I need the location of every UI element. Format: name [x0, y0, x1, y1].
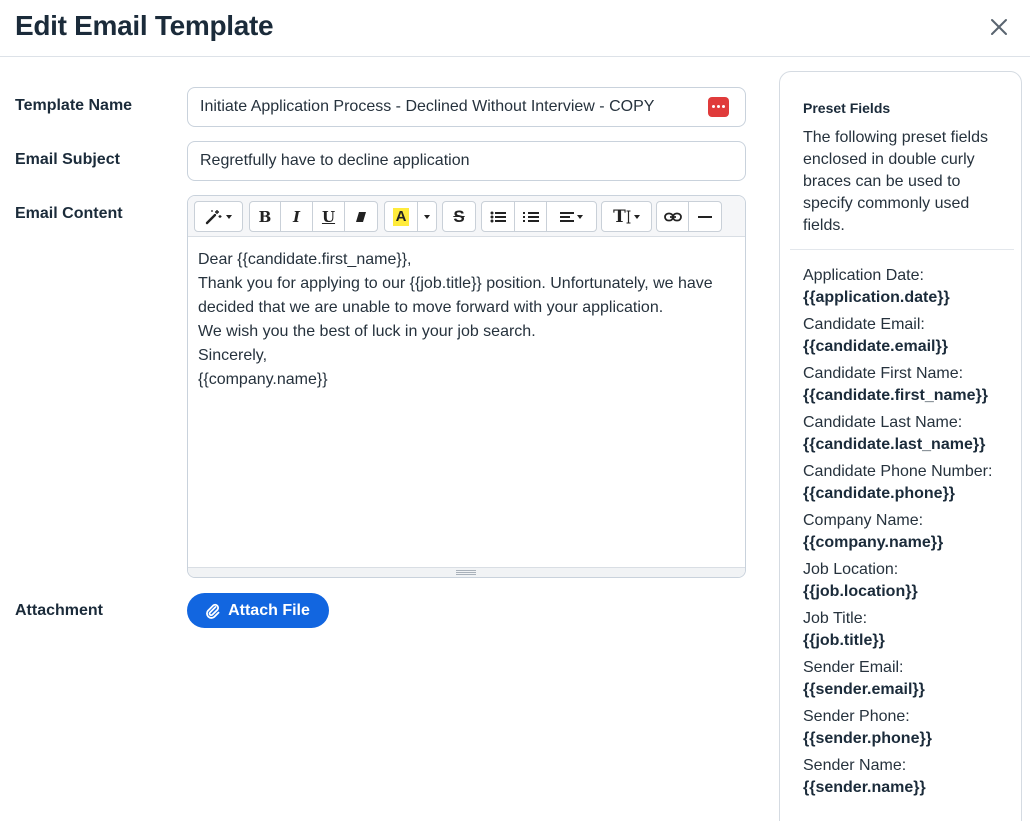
- magic-style-button[interactable]: [195, 202, 242, 231]
- highlight-letter: A: [392, 207, 410, 226]
- email-content-editor[interactable]: B I U A S T Dear {{candidate.first_name}…: [187, 195, 746, 578]
- preset-field-label: Company Name:: [803, 512, 924, 529]
- chevron-down-icon: [226, 214, 232, 219]
- magic-wand-icon: [205, 209, 222, 224]
- chevron-down-icon: [424, 214, 430, 219]
- attach-file-label: Attach File: [228, 601, 310, 619]
- underline-button[interactable]: U: [313, 202, 345, 231]
- preset-field-item: Sender Phone: {{sender.phone}}: [803, 706, 1013, 750]
- template-name-value: Initiate Application Process - Declined …: [200, 98, 655, 115]
- align-button[interactable]: [547, 202, 596, 231]
- close-icon: [991, 19, 1007, 35]
- preset-field-label: Application Date:: [803, 267, 924, 284]
- preset-field-code: {{sender.name}}: [803, 779, 926, 796]
- color-dropdown-button[interactable]: [418, 202, 436, 231]
- toolbar-group-font: B I U: [249, 201, 378, 232]
- editor-content[interactable]: Dear {{candidate.first_name}}, Thank you…: [198, 248, 728, 392]
- preset-field-item: Job Location: {{job.location}}: [803, 559, 1013, 603]
- password-manager-icon[interactable]: [708, 97, 729, 117]
- preset-field-label: Sender Phone:: [803, 708, 910, 725]
- text-height-icon: [626, 210, 631, 223]
- email-content-label: Email Content: [15, 205, 123, 222]
- numbered-list-icon: [522, 211, 539, 222]
- email-subject-label: Email Subject: [15, 151, 120, 168]
- preset-field-label: Job Title:: [803, 610, 868, 627]
- minus-icon: [698, 215, 712, 218]
- editor-line: Dear {{candidate.first_name}},: [198, 251, 412, 268]
- template-name-label: Template Name: [15, 97, 133, 114]
- preset-field-code: {{candidate.email}}: [803, 338, 948, 355]
- preset-field-code: {{job.title}}: [803, 632, 885, 649]
- chevron-down-icon: [633, 214, 640, 219]
- preset-field-code: {{candidate.phone}}: [803, 485, 956, 502]
- editor-toolbar: B I U A S T: [188, 196, 745, 237]
- editor-line: We wish you the best of luck in your job…: [198, 323, 536, 340]
- preset-field-item: Company Name: {{company.name}}: [803, 510, 1013, 554]
- link-icon: [663, 212, 682, 221]
- preset-field-code: {{application.date}}: [803, 289, 950, 306]
- preset-field-item: Sender Name: {{sender.name}}: [803, 755, 1013, 799]
- attachment-label: Attachment: [15, 602, 104, 619]
- preset-field-label: Candidate Email:: [803, 316, 925, 333]
- preset-field-code: {{candidate.last_name}}: [803, 436, 986, 453]
- preset-field-item: Sender Email: {{sender.email}}: [803, 657, 1013, 701]
- preset-field-item: Candidate Email: {{candidate.email}}: [803, 314, 1013, 358]
- preset-field-item: Application Date: {{application.date}}: [803, 265, 1013, 309]
- font-size-letter: T: [613, 206, 626, 227]
- preset-fields-description: The following preset fields enclosed in …: [803, 129, 988, 234]
- font-size-button[interactable]: T: [602, 202, 651, 231]
- preset-field-label: Sender Email:: [803, 659, 904, 676]
- grip-icon: [456, 570, 476, 575]
- preset-fields-panel: Preset Fields The following preset field…: [779, 71, 1022, 821]
- highlight-color-button[interactable]: A: [385, 202, 418, 231]
- preset-fields-title: Preset Fields: [803, 100, 891, 116]
- preset-field-code: {{candidate.first_name}}: [803, 387, 988, 404]
- preset-field-label: Sender Name:: [803, 757, 907, 774]
- chevron-down-icon: [577, 214, 583, 219]
- horizontal-rule-button[interactable]: [689, 202, 721, 231]
- bullet-list-button[interactable]: [482, 202, 515, 231]
- preset-field-label: Job Location:: [803, 561, 899, 578]
- editor-resize-handle[interactable]: [188, 567, 745, 577]
- align-left-icon: [560, 211, 574, 222]
- clear-format-button[interactable]: [345, 202, 377, 231]
- preset-field-code: {{sender.phone}}: [803, 730, 932, 747]
- toolbar-group-insert: [656, 201, 722, 232]
- preset-field-label: Candidate Phone Number:: [803, 463, 993, 480]
- email-subject-value: Regretfully have to decline application: [200, 152, 470, 169]
- paperclip-icon: [206, 603, 220, 619]
- toolbar-group-color: A: [384, 201, 437, 232]
- strikethrough-button[interactable]: S: [443, 202, 475, 231]
- dialog-header: Edit Email Template: [0, 0, 1030, 57]
- preset-field-item: Candidate Phone Number: {{candidate.phone…: [803, 461, 1013, 505]
- email-subject-input[interactable]: Regretfully have to decline application: [187, 141, 746, 181]
- editor-line: Thank you for applying to our {{job.titl…: [198, 275, 713, 316]
- eraser-icon: [356, 211, 366, 222]
- preset-field-item: Candidate Last Name: {{candidate.last_nam…: [803, 412, 1013, 456]
- bold-button[interactable]: B: [250, 202, 281, 231]
- preset-field-label: Candidate Last Name:: [803, 414, 963, 431]
- bullet-list-icon: [490, 211, 506, 222]
- template-name-input[interactable]: Initiate Application Process - Declined …: [187, 87, 746, 127]
- dialog-title: Edit Email Template: [15, 10, 274, 41]
- editor-line: {{company.name}}: [198, 371, 328, 388]
- toolbar-group-strike: S: [442, 201, 476, 232]
- preset-field-item: Candidate First Name: {{candidate.first_n…: [803, 363, 1013, 407]
- preset-fields-list: Application Date: {{application.date}} Ca…: [803, 265, 1013, 804]
- preset-field-item: Job Title: {{job.title}}: [803, 608, 1013, 652]
- attach-file-button[interactable]: Attach File: [187, 593, 329, 628]
- numbered-list-button[interactable]: [515, 202, 547, 231]
- toolbar-group-style: [194, 201, 243, 232]
- editor-line: Sincerely,: [198, 347, 268, 364]
- preset-field-label: Candidate First Name:: [803, 365, 964, 382]
- preset-field-code: {{company.name}}: [803, 534, 944, 551]
- insert-link-button[interactable]: [657, 202, 689, 231]
- italic-button[interactable]: I: [281, 202, 313, 231]
- toolbar-group-paragraph: [481, 201, 597, 232]
- preset-field-code: {{sender.email}}: [803, 681, 925, 698]
- toolbar-group-size: T: [601, 201, 652, 232]
- close-button[interactable]: [986, 14, 1012, 40]
- preset-field-code: {{job.location}}: [803, 583, 918, 600]
- divider: [790, 249, 1014, 250]
